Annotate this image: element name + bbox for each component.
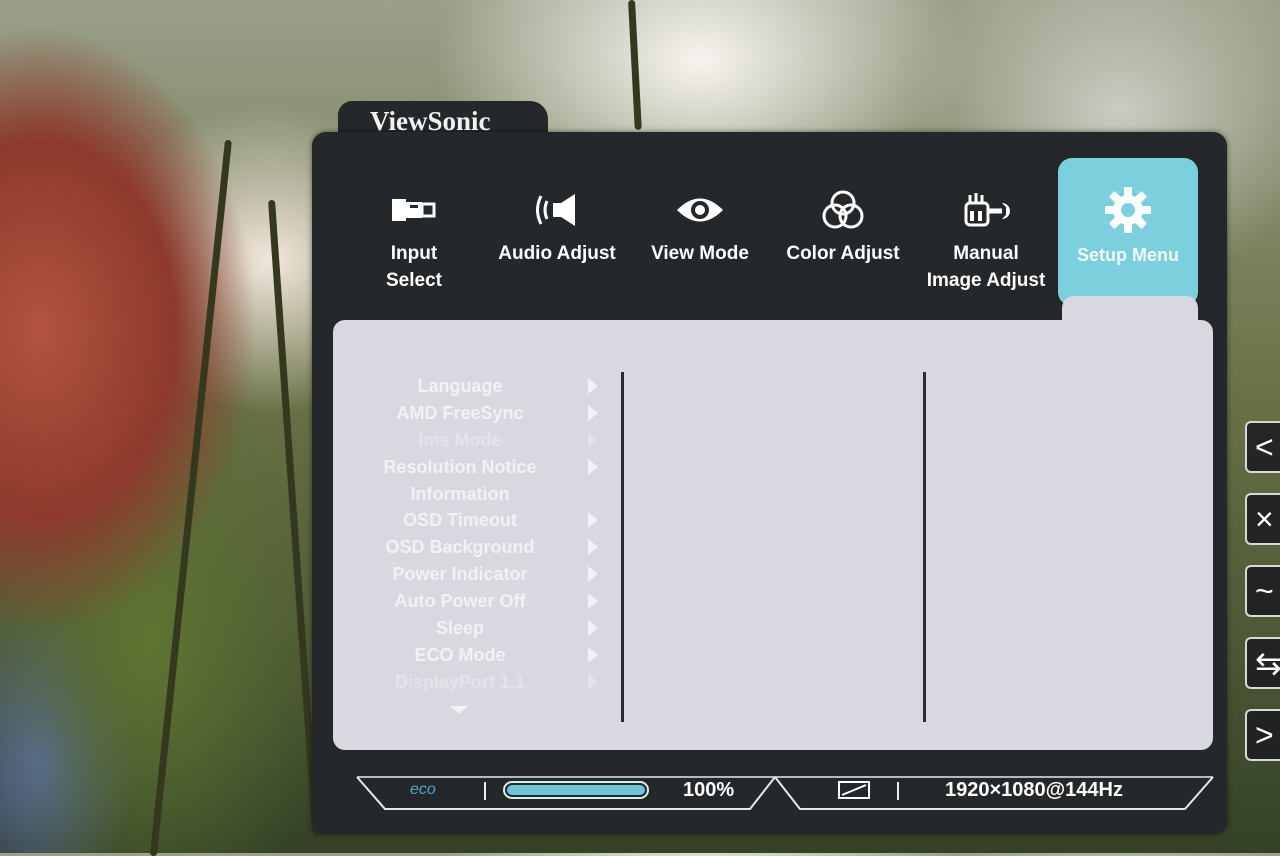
tab-color-adjust[interactable]: Color Adjust	[774, 158, 912, 306]
background-stem	[628, 0, 642, 131]
menu-item-label: Information	[410, 483, 510, 504]
tab-label: Manual	[953, 243, 1019, 264]
hand-wrench-icon	[917, 186, 1055, 234]
chevron-right-icon	[588, 378, 598, 394]
chevron-right-icon	[588, 404, 598, 421]
menu-item-label: Auto Power Off	[394, 591, 526, 612]
tab-setup-menu[interactable]: Setup Menu	[1058, 158, 1198, 306]
gear-icon	[1058, 186, 1198, 234]
menu-item-eco-mode[interactable]: ECO Mode	[360, 642, 620, 669]
menu-item-label: Sleep	[435, 618, 485, 639]
speaker-icon	[488, 186, 626, 234]
chevron-right-icon	[588, 458, 598, 475]
tab-label: Color Adjust	[786, 243, 900, 264]
side-button-down[interactable]: ~	[1245, 565, 1280, 617]
menu-item-osd-timeout[interactable]: OSD Timeout	[360, 507, 620, 534]
tab-label: View Mode	[651, 243, 749, 264]
tab-label: Audio Adjust	[498, 243, 616, 264]
chevron-right-icon	[588, 646, 598, 663]
side-button-back[interactable]: <	[1245, 421, 1280, 473]
status-separator	[484, 782, 486, 800]
menu-item-resolution-notice[interactable]: Resolution Notice	[360, 454, 620, 481]
brand-logo: ViewSonic	[370, 106, 491, 136]
chevron-right-icon	[588, 673, 598, 690]
tab-audio-adjust[interactable]: Audio Adjust	[488, 158, 626, 306]
tab-input-select[interactable]: Input Select	[345, 158, 483, 306]
menu-item-label: Ims Mode	[418, 429, 502, 450]
side-button-swap[interactable]: ⇆	[1245, 637, 1280, 689]
tab-label: Setup Menu	[1077, 245, 1179, 265]
rgb-circles-icon	[774, 186, 912, 234]
menu-item-auto-power-off[interactable]: Auto Power Off	[360, 588, 620, 615]
eye-icon	[631, 186, 769, 234]
tab-view-mode[interactable]: View Mode	[631, 158, 769, 306]
background-stem	[149, 139, 232, 856]
tab-manual-image-adjust[interactable]: Manual Image Adjust	[917, 158, 1055, 306]
display-resolution-icon	[838, 781, 870, 799]
menu-item-information[interactable]: Information	[360, 481, 620, 508]
chevron-right-icon	[588, 431, 598, 448]
chevron-right-icon	[588, 620, 598, 637]
side-button-close[interactable]: ×	[1245, 493, 1280, 545]
menu-item-label: OSD Timeout	[403, 510, 517, 531]
setup-menu-list: Language AMD FreeSync Ims Mode Resolutio…	[360, 373, 620, 696]
menu-item-amd-freesync[interactable]: AMD FreeSync	[360, 400, 620, 427]
chevron-right-icon	[588, 566, 598, 583]
menu-item-ims-mode: Ims Mode	[360, 427, 620, 454]
menu-item-language[interactable]: Language	[360, 373, 620, 400]
status-separator	[897, 782, 899, 800]
menu-item-label: ECO Mode	[414, 644, 506, 665]
menu-item-label: Language	[417, 376, 503, 396]
tab-label: Input	[390, 243, 438, 264]
menu-item-power-indicator[interactable]: Power Indicator	[360, 561, 620, 588]
column-divider	[923, 372, 926, 722]
menu-item-label: OSD Background	[385, 537, 535, 558]
chevron-right-icon	[588, 539, 598, 556]
eco-mode-indicator: eco	[410, 781, 436, 798]
menu-item-osd-background[interactable]: OSD Background	[360, 534, 620, 561]
side-button-forward[interactable]: >	[1245, 709, 1280, 761]
brightness-bar	[503, 781, 649, 799]
brightness-bar-fill	[507, 785, 645, 795]
menu-item-label: Resolution Notice	[383, 456, 537, 477]
tab-label: Select	[386, 270, 442, 291]
column-divider	[621, 372, 624, 722]
menu-item-displayport: DisplayPort 1.1	[360, 669, 620, 696]
chevron-right-icon	[588, 512, 598, 529]
tab-label: Image Adjust	[926, 270, 1046, 291]
input-connector-icon	[345, 186, 483, 234]
menu-item-sleep[interactable]: Sleep	[360, 615, 620, 642]
resolution-readout: 1920×1080@144Hz	[945, 779, 1123, 801]
menu-item-label: Power Indicator	[392, 564, 528, 585]
scroll-down-icon[interactable]	[450, 706, 468, 714]
brightness-value: 100%	[683, 779, 735, 801]
menu-item-label: DisplayPort 1.1	[394, 671, 526, 692]
chevron-right-icon	[588, 593, 598, 610]
menu-item-label: AMD FreeSync	[396, 402, 524, 423]
